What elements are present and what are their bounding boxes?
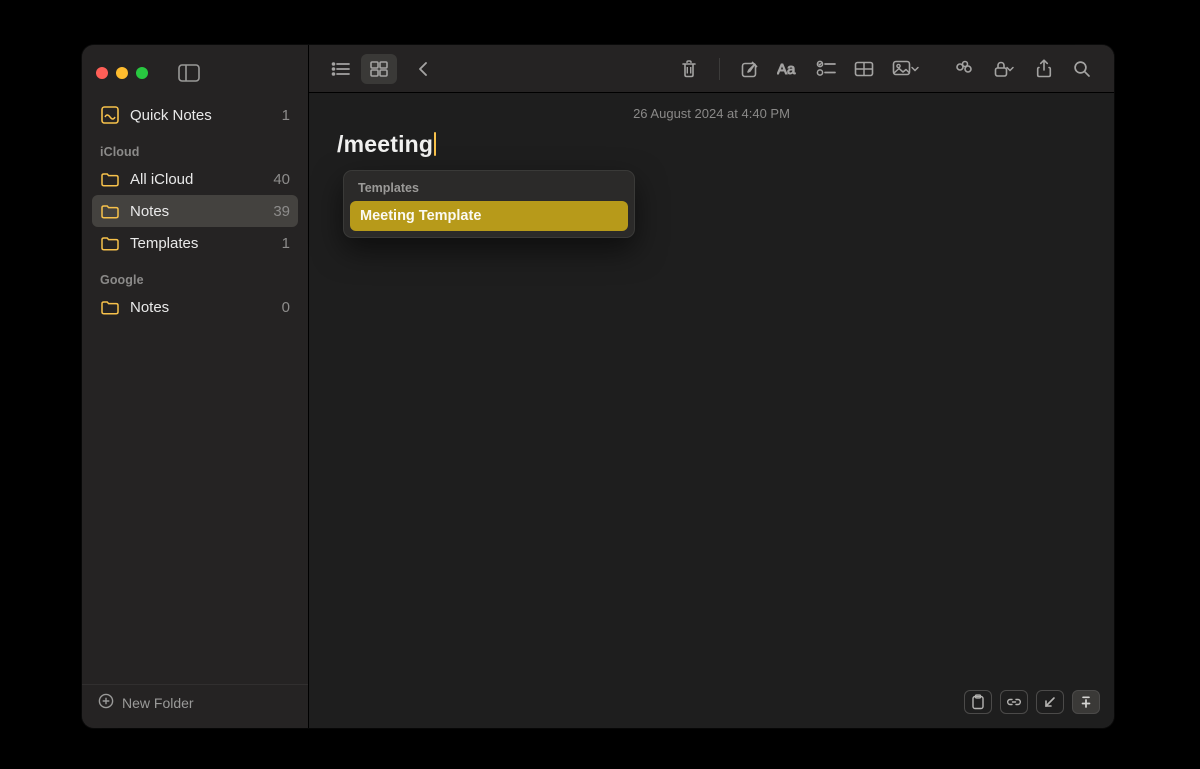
sidebar-item-google-notes[interactable]: Notes 0 (92, 291, 298, 323)
sidebar-item-label: All iCloud (130, 171, 263, 188)
format-button[interactable]: Aa (770, 54, 806, 84)
sidebar-item-label: Notes (130, 299, 272, 316)
sidebar-item-label: Quick Notes (130, 107, 272, 124)
toggle-sidebar-button[interactable] (178, 64, 200, 82)
note-editor[interactable]: 26 August 2024 at 4:40 PM /meeting Templ… (309, 93, 1114, 728)
table-button[interactable] (846, 54, 882, 84)
sidebar-item-templates[interactable]: Templates 1 (92, 227, 298, 259)
titlebar (82, 53, 308, 93)
note-timestamp: 26 August 2024 at 4:40 PM (337, 106, 1086, 121)
toolbar: Aa (309, 45, 1114, 93)
window-controls (96, 67, 148, 79)
sidebar-item-label: Notes (130, 203, 263, 220)
sidebar-item-count: 1 (282, 235, 290, 252)
text-cursor (434, 132, 436, 156)
folder-icon (100, 201, 120, 221)
sidebar-item-notes[interactable]: Notes 39 (92, 195, 298, 227)
collapse-button[interactable] (1036, 690, 1064, 714)
folder-icon (100, 169, 120, 189)
sidebar-item-count: 39 (273, 203, 290, 220)
corner-controls (964, 690, 1100, 714)
add-button[interactable] (1072, 690, 1100, 714)
media-button[interactable] (884, 54, 928, 84)
new-folder-label: New Folder (122, 695, 194, 711)
share-button[interactable] (1026, 54, 1062, 84)
view-list-button[interactable] (323, 54, 359, 84)
sidebar-item-count: 40 (273, 171, 290, 188)
plus-circle-icon (98, 693, 114, 712)
compose-button[interactable] (732, 54, 768, 84)
folder-icon (100, 233, 120, 253)
quick-notes-icon (100, 105, 120, 125)
sidebar-content: Quick Notes 1 iCloud All iCloud 40 Notes… (82, 93, 308, 684)
clipboard-button[interactable] (964, 690, 992, 714)
link-button[interactable] (1000, 690, 1028, 714)
sidebar-item-count: 1 (282, 107, 290, 124)
sidebar: Quick Notes 1 iCloud All iCloud 40 Notes… (82, 45, 309, 728)
back-button[interactable] (405, 54, 441, 84)
zoom-window-button[interactable] (136, 67, 148, 79)
sidebar-item-count: 0 (282, 299, 290, 316)
autocomplete-item-meeting-template[interactable]: Meeting Template (350, 201, 628, 231)
view-gallery-button[interactable] (361, 54, 397, 84)
sidebar-item-label: Templates (130, 235, 272, 252)
search-button[interactable] (1064, 54, 1100, 84)
minimize-window-button[interactable] (116, 67, 128, 79)
sidebar-item-all-icloud[interactable]: All iCloud 40 (92, 163, 298, 195)
section-label-icloud[interactable]: iCloud (92, 131, 298, 163)
collaborate-button[interactable] (946, 54, 982, 84)
toolbar-divider (719, 58, 720, 80)
close-window-button[interactable] (96, 67, 108, 79)
checklist-button[interactable] (808, 54, 844, 84)
sidebar-item-quick-notes[interactable]: Quick Notes 1 (92, 99, 298, 131)
svg-text:Aa: Aa (777, 61, 796, 78)
lock-button[interactable] (984, 54, 1024, 84)
folder-icon (100, 297, 120, 317)
delete-button[interactable] (671, 54, 707, 84)
notes-window: Quick Notes 1 iCloud All iCloud 40 Notes… (82, 45, 1114, 728)
main: Aa (309, 45, 1114, 728)
autocomplete-section-label: Templates (350, 177, 628, 201)
autocomplete-popup: Templates Meeting Template (343, 170, 635, 238)
new-folder-button[interactable]: New Folder (82, 684, 308, 720)
section-label-google[interactable]: Google (92, 259, 298, 291)
note-title[interactable]: /meeting (337, 131, 433, 158)
